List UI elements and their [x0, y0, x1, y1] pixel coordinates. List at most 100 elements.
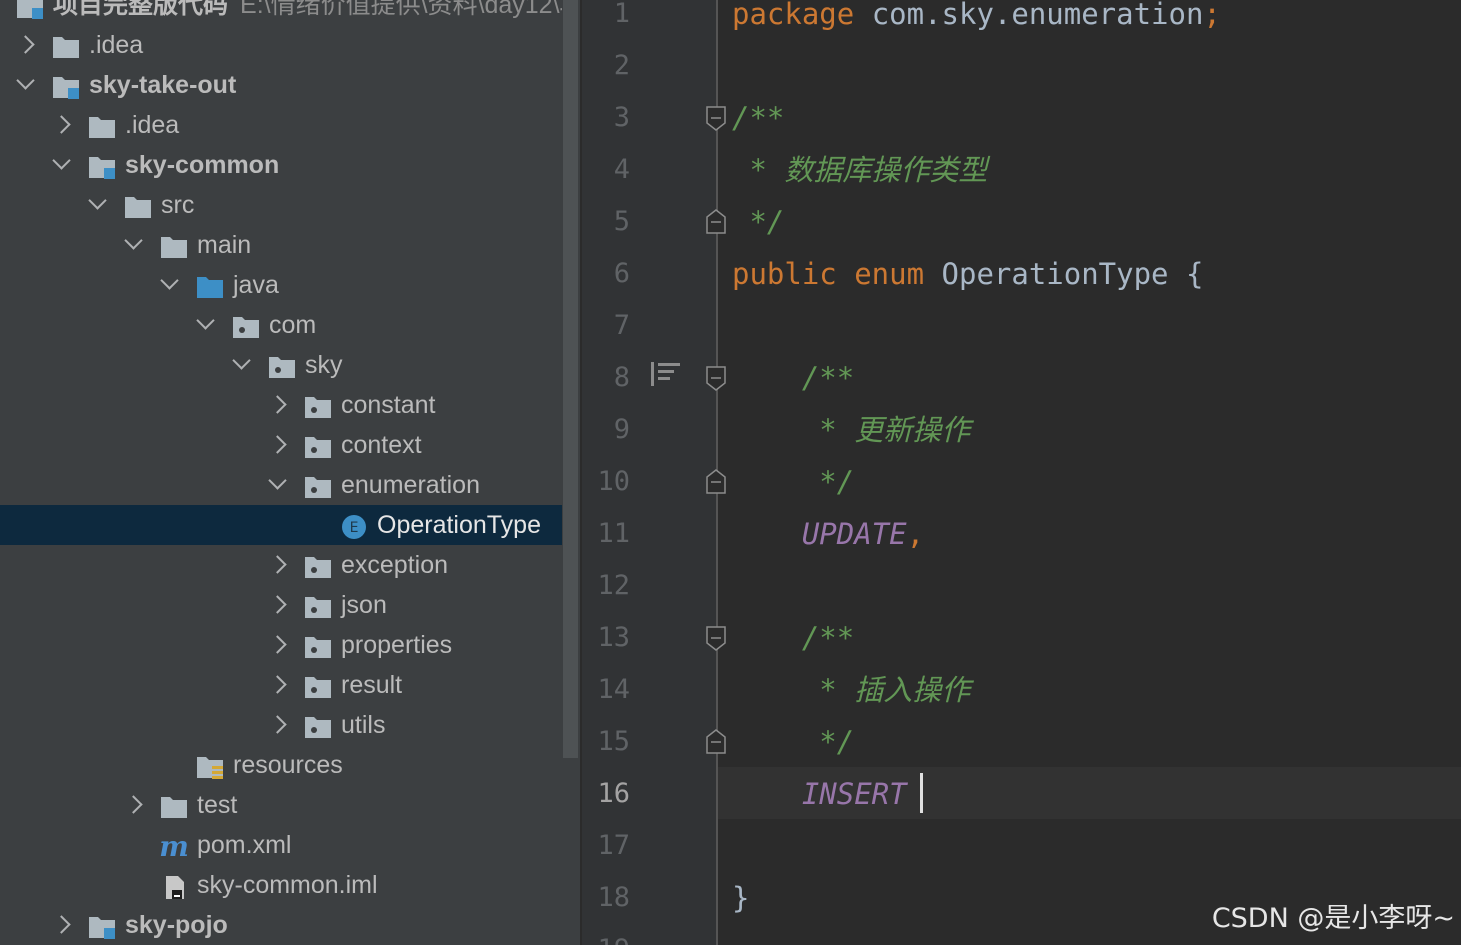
- chevron-down-icon[interactable]: [16, 71, 35, 90]
- line-number[interactable]: 4: [582, 144, 630, 196]
- line-number[interactable]: 18: [582, 872, 630, 924]
- fold-collapse-icon[interactable]: [705, 365, 727, 391]
- fold-end-icon[interactable]: [705, 729, 727, 755]
- line-number[interactable]: 6: [582, 248, 630, 300]
- tree-item[interactable]: sky-common: [0, 145, 580, 185]
- code-line[interactable]: }: [732, 872, 749, 924]
- fold-collapse-icon[interactable]: [705, 105, 727, 131]
- tree-item[interactable]: java: [0, 265, 580, 305]
- line-number[interactable]: 3: [582, 92, 630, 144]
- fold-end-icon[interactable]: [705, 209, 727, 235]
- line-number[interactable]: 13: [582, 612, 630, 664]
- code-line[interactable]: * 更新操作: [732, 404, 970, 456]
- tree-item[interactable]: exception: [0, 545, 580, 585]
- tree-item[interactable]: result: [0, 665, 580, 705]
- tree-item-label: utils: [341, 711, 386, 739]
- package-icon: [304, 472, 332, 498]
- chevron-right-icon[interactable]: [268, 435, 287, 454]
- chevron-right-icon[interactable]: [268, 555, 287, 574]
- chevron-down-icon[interactable]: [268, 471, 287, 490]
- tree-item[interactable]: utils: [0, 705, 580, 745]
- tree-item-label: com: [269, 311, 317, 339]
- tree-item[interactable]: sky: [0, 345, 580, 385]
- chevron-right-icon[interactable]: [268, 395, 287, 414]
- tree-item[interactable]: m pom.xml: [0, 825, 580, 865]
- line-number[interactable]: 15: [582, 716, 630, 768]
- tree-root-row[interactable]: 项目完整版代码 E:\情绪价值提供\资料\day12\项: [0, 0, 580, 25]
- tree-item[interactable]: properties: [0, 625, 580, 665]
- tree-item[interactable]: .idea: [0, 25, 580, 65]
- chevron-down-icon[interactable]: [160, 271, 179, 290]
- code-line[interactable]: * 数据库操作类型: [732, 144, 987, 196]
- fold-end-icon[interactable]: [705, 469, 727, 495]
- code-line[interactable]: /**: [732, 92, 784, 144]
- tree-item[interactable]: json: [0, 585, 580, 625]
- project-scrollbar-thumb[interactable]: [563, 0, 578, 758]
- line-number[interactable]: 1: [582, 0, 630, 40]
- line-number[interactable]: 19: [582, 924, 630, 945]
- chevron-down-icon[interactable]: [232, 351, 251, 370]
- tree-item-label: sky: [305, 351, 343, 379]
- tree-item[interactable]: sky-take-out: [0, 65, 580, 105]
- code-line[interactable]: */: [732, 196, 784, 248]
- chevron-right-icon[interactable]: [268, 635, 287, 654]
- code-line[interactable]: */: [732, 716, 854, 768]
- line-number[interactable]: 12: [582, 560, 630, 612]
- code-token: OperationType {: [941, 257, 1204, 291]
- chevron-down-icon[interactable]: [196, 311, 215, 330]
- folder-icon: [52, 32, 80, 58]
- chevron-down-icon[interactable]: [124, 231, 143, 250]
- fold-collapse-icon[interactable]: [705, 625, 727, 651]
- folder-icon: [88, 112, 116, 138]
- chevron-down-icon[interactable]: [88, 191, 107, 210]
- code-token: public: [732, 257, 855, 291]
- line-number[interactable]: 2: [582, 40, 630, 92]
- code-line[interactable]: public enum OperationType {: [732, 248, 1203, 300]
- tree-item[interactable]: test: [0, 785, 580, 825]
- tree-item[interactable]: src: [0, 185, 580, 225]
- package-icon: [304, 552, 332, 578]
- code-line[interactable]: * 插入操作: [732, 664, 970, 716]
- line-number[interactable]: 17: [582, 820, 630, 872]
- tree-item-selected[interactable]: E OperationType: [0, 505, 580, 545]
- code-line[interactable]: INSERT: [732, 768, 907, 820]
- chevron-down-icon[interactable]: [52, 151, 71, 170]
- tree-item[interactable]: sky-pojo: [0, 905, 580, 945]
- line-number[interactable]: 7: [582, 300, 630, 352]
- code-line[interactable]: package com.sky.enumeration;: [732, 0, 1221, 40]
- code-line[interactable]: /**: [732, 612, 854, 664]
- tree-item[interactable]: .idea: [0, 105, 580, 145]
- tree-item[interactable]: enumeration: [0, 465, 580, 505]
- tree-item-label: sky-common.iml: [197, 871, 378, 899]
- package-icon: [304, 712, 332, 738]
- package-icon: [304, 592, 332, 618]
- line-number[interactable]: 5: [582, 196, 630, 248]
- line-number[interactable]: 11: [582, 508, 630, 560]
- structure-gutter-icon[interactable]: [650, 361, 682, 387]
- chevron-right-icon[interactable]: [268, 595, 287, 614]
- tree-item[interactable]: com: [0, 305, 580, 345]
- tree-item[interactable]: resources: [0, 745, 580, 785]
- code-line[interactable]: */: [732, 456, 854, 508]
- package-icon: [232, 312, 260, 338]
- chevron-right-icon[interactable]: [268, 715, 287, 734]
- chevron-right-icon[interactable]: [52, 115, 71, 134]
- line-number[interactable]: 9: [582, 404, 630, 456]
- line-number[interactable]: 16: [582, 768, 630, 820]
- line-number[interactable]: 8: [582, 352, 630, 404]
- chevron-right-icon[interactable]: [268, 675, 287, 694]
- tree-item[interactable]: context: [0, 425, 580, 465]
- chevron-right-icon[interactable]: [16, 35, 35, 54]
- tree-item[interactable]: constant: [0, 385, 580, 425]
- tree-item-label: 项目完整版代码 E:\情绪价值提供\资料\day12\项: [53, 0, 580, 25]
- code-line[interactable]: UPDATE,: [732, 508, 924, 560]
- tree-item[interactable]: sky-common.iml: [0, 865, 580, 905]
- tree-item-label: json: [341, 591, 387, 619]
- project-tool-window[interactable]: 项目完整版代码 E:\情绪价值提供\资料\day12\项 .idea sky-take…: [0, 0, 580, 945]
- code-line[interactable]: /**: [732, 352, 854, 404]
- line-number[interactable]: 10: [582, 456, 630, 508]
- line-number[interactable]: 14: [582, 664, 630, 716]
- tree-item[interactable]: main: [0, 225, 580, 265]
- chevron-right-icon[interactable]: [124, 795, 143, 814]
- chevron-right-icon[interactable]: [52, 915, 71, 934]
